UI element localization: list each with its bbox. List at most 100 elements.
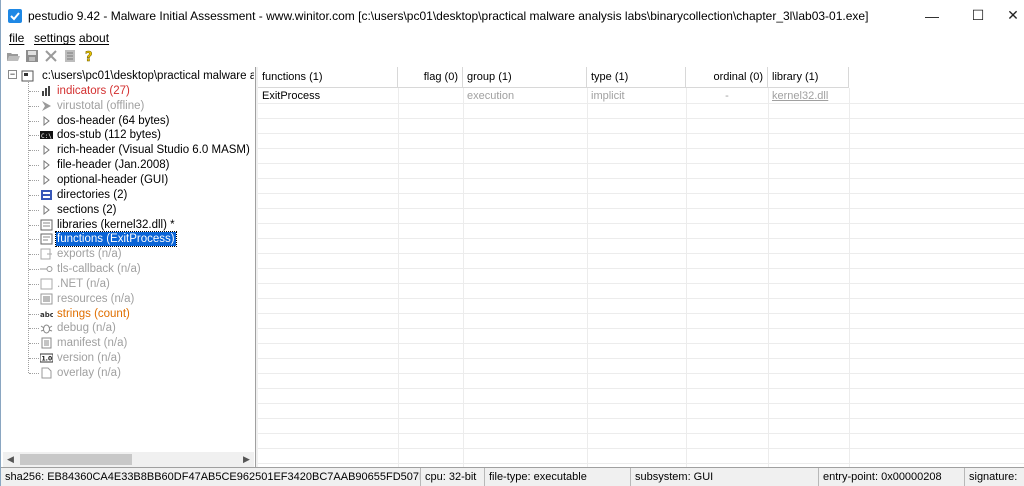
grid-column-line — [768, 88, 769, 467]
grid-column-line — [686, 88, 687, 467]
grid-row-line — [258, 403, 1024, 404]
column-header-library[interactable]: library (1) — [768, 67, 849, 88]
tree-item-label: dos-stub (112 bytes) — [57, 129, 161, 142]
tree-horizontal-scrollbar[interactable]: ◀ ▶ — [3, 452, 254, 467]
save-icon[interactable] — [25, 49, 39, 63]
tree-branch-line — [29, 90, 39, 92]
svg-text:abc: abc — [40, 311, 53, 319]
menu-file[interactable]: file — [9, 31, 24, 45]
scroll-left-arrow-icon[interactable]: ◀ — [3, 452, 18, 467]
tree-branch-line — [29, 328, 39, 330]
exports-icon — [40, 248, 53, 260]
grid-column-line — [587, 88, 588, 467]
grid-row-line — [258, 283, 1024, 284]
grid-row-line — [258, 163, 1024, 164]
maximize-button[interactable]: ☐ — [955, 0, 1001, 31]
grid-row-line — [258, 118, 1024, 119]
status-subsystem: subsystem: GUI — [631, 468, 819, 486]
cell-library[interactable]: kernel32.dll — [768, 89, 849, 104]
tree-item-label: functions (ExitProcess) — [55, 231, 177, 248]
grid-row-line — [258, 238, 1024, 239]
tree-item-label: version (n/a) — [57, 352, 121, 365]
svg-text:C:\: C:\ — [41, 133, 52, 140]
tree-root-label: c:\users\pc01\desktop\practical malware … — [42, 70, 254, 82]
tree-item-label: overlay (n/a) — [57, 367, 121, 379]
grid-row-line — [258, 208, 1024, 209]
scroll-right-arrow-icon[interactable]: ▶ — [239, 452, 254, 467]
grid-row-line — [258, 148, 1024, 149]
svg-text:1.0: 1.0 — [42, 356, 53, 363]
column-header-type[interactable]: type (1) — [587, 67, 686, 88]
manifest-icon — [40, 337, 53, 349]
status-cpu: cpu: 32-bit — [421, 468, 485, 486]
status-sha256: sha256: EB84360CA4E33B8BB60DF47AB5CE9625… — [1, 468, 421, 486]
resources-icon — [40, 293, 53, 305]
open-icon[interactable] — [6, 49, 20, 63]
expand-arrow-icon — [40, 159, 53, 171]
version-icon: 1.0 — [40, 352, 53, 364]
column-header-group[interactable]: group (1) — [463, 67, 587, 88]
close-file-icon[interactable] — [44, 49, 58, 63]
tls-callback-icon — [40, 263, 53, 275]
tree-branch-line — [29, 150, 39, 152]
grid-row-line — [258, 388, 1024, 389]
tree-branch-line — [29, 120, 39, 122]
tree-item-label: manifest (n/a) — [57, 337, 128, 350]
debug-icon — [40, 322, 53, 334]
tree-branch-line — [29, 283, 39, 285]
grid-row-line — [258, 358, 1024, 359]
menu-about[interactable]: about — [79, 31, 109, 45]
grid-row-line — [258, 178, 1024, 179]
grid-row-line — [258, 328, 1024, 329]
close-button[interactable]: ✕ — [1001, 0, 1024, 31]
tree-item-label: debug (n/a) — [57, 322, 116, 335]
overlay-icon — [40, 367, 53, 379]
tree-item-label: directories (2) — [57, 188, 128, 201]
cell-type[interactable]: implicit — [587, 89, 686, 104]
cell-function[interactable]: ExitProcess — [258, 89, 398, 104]
virustotal-icon — [40, 100, 53, 112]
functions-icon — [40, 233, 53, 245]
cell-ordinal[interactable]: - — [686, 89, 768, 104]
scrollbar-thumb[interactable] — [20, 454, 132, 465]
cell-group[interactable]: execution — [463, 89, 587, 104]
dos-stub-icon: C:\ — [40, 129, 53, 141]
indicators-icon — [40, 85, 53, 97]
status-bar: sha256: EB84360CA4E33B8BB60DF47AB5CE9625… — [1, 467, 1024, 486]
status-entry-point: entry-point: 0x00000208 — [819, 468, 965, 486]
grid-column-line — [398, 88, 399, 467]
tree-branch-line — [29, 165, 39, 167]
tree-item-label: sections (2) — [57, 203, 117, 216]
collapse-icon[interactable]: − — [8, 70, 17, 79]
tree-branch-line — [29, 269, 39, 271]
menu-bar: file settings about — [1, 31, 1024, 46]
grid-row-line — [258, 463, 1024, 464]
tree-item-label: rich-header (Visual Studio 6.0 MASM) — [57, 144, 250, 157]
grid-row-line — [258, 313, 1024, 314]
toolbar: ? — [1, 47, 1024, 66]
minimize-button[interactable]: — — [909, 0, 955, 31]
list-icon[interactable] — [63, 49, 77, 63]
grid-row-line — [258, 268, 1024, 269]
functions-grid: functions (1) flag (0) group (1) type (1… — [258, 67, 1024, 467]
tree-item-label: resources (n/a) — [57, 292, 135, 305]
column-header-flag[interactable]: flag (0) — [398, 67, 463, 88]
tree-item-label: libraries (kernel32.dll) * — [57, 218, 175, 231]
column-header-ordinal[interactable]: ordinal (0) — [686, 67, 768, 88]
menu-settings[interactable]: settings — [34, 31, 75, 45]
help-icon[interactable]: ? — [82, 49, 96, 66]
libraries-icon — [40, 219, 53, 231]
tree-branch-line — [29, 298, 39, 300]
dotnet-icon — [40, 278, 53, 290]
grid-row-line — [258, 373, 1024, 374]
tree-branch-line — [29, 239, 39, 241]
column-header-functions[interactable]: functions (1) — [258, 67, 398, 88]
tree-item-label: virustotal (offline) — [57, 99, 145, 112]
grid-row-line — [258, 448, 1024, 449]
grid-row-line — [258, 133, 1024, 134]
tree-branch-line — [29, 358, 39, 360]
tree-branch-line — [29, 254, 39, 256]
tree-item-label: dos-header (64 bytes) — [57, 114, 170, 127]
grid-header: functions (1) flag (0) group (1) type (1… — [258, 67, 849, 88]
window-title: pestudio 9.42 - Malware Initial Assessme… — [28, 9, 869, 23]
